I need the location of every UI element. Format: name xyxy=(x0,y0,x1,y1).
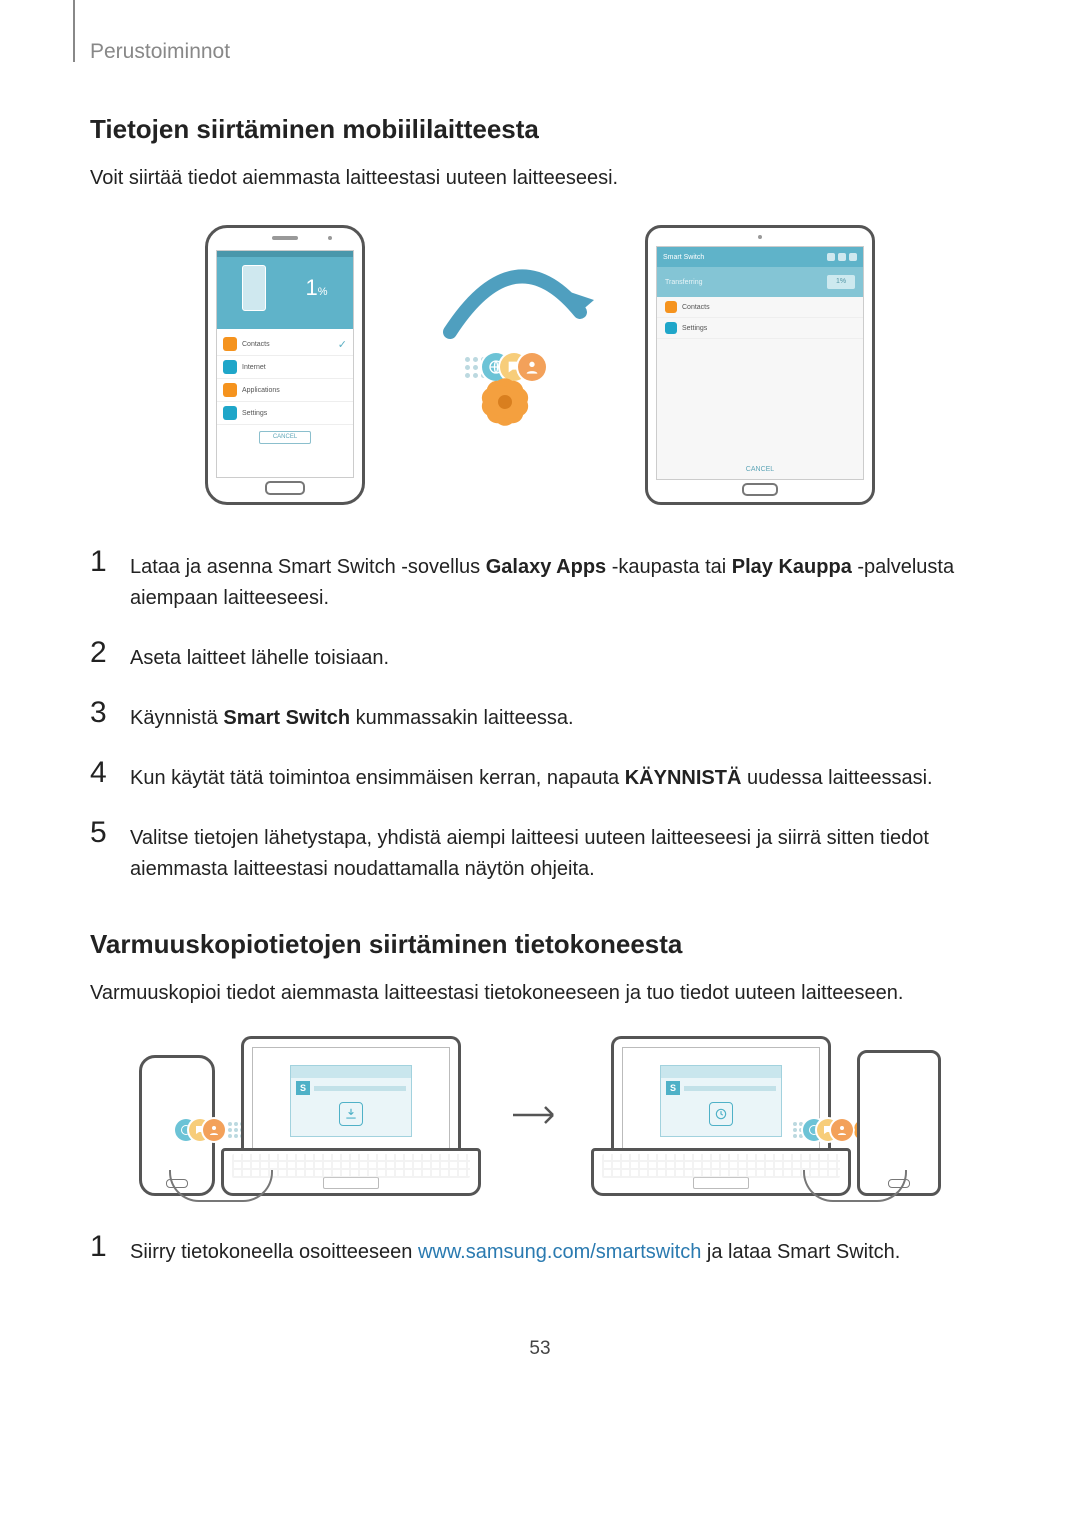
step-3: 3 Käynnistä Smart Switch kummassakin lai… xyxy=(90,698,990,734)
tablet-cancel-button: CANCEL xyxy=(746,466,774,473)
step-5: 5 Valitse tietojen lähetystapa, yhdistä … xyxy=(90,818,990,885)
phone-row-apps: Applications xyxy=(242,387,280,394)
step3-bold: Smart Switch xyxy=(223,707,350,729)
steps-list-1: 1 Lataa ja asenna Smart Switch -sovellus… xyxy=(90,547,990,885)
breadcrumb: Perustoiminnot xyxy=(90,40,990,64)
smartswitch-link[interactable]: www.samsung.com/smartswitch xyxy=(418,1241,701,1263)
phone-row-settings: Settings xyxy=(242,410,267,417)
phone-progress-suffix: % xyxy=(318,286,328,298)
step-4: 4 Kun käytät tätä toimintoa ensimmäisen … xyxy=(90,758,990,794)
step2-1: 1 Siirry tietokoneella osoitteeseen www.… xyxy=(90,1232,990,1268)
phone-progress-number: 1 xyxy=(305,275,317,300)
step4-text-a: Kun käytät tätä toimintoa ensimmäisen ke… xyxy=(130,767,625,789)
section1-title: Tietojen siirtäminen mobiililaitteesta xyxy=(90,114,990,145)
step1-text-c: -kaupasta tai xyxy=(606,556,732,578)
section2-title: Varmuuskopiotietojen siirtäminen tietoko… xyxy=(90,929,990,960)
cable-icon xyxy=(803,1170,907,1202)
step1-bold-2: Play Kauppa xyxy=(732,556,852,578)
step2-1-text-a: Siirry tietokoneella osoitteeseen xyxy=(130,1241,418,1263)
phone-row-contacts: Contacts xyxy=(242,341,270,348)
step3-text-a: Käynnistä xyxy=(130,707,223,729)
step1-bold-1: Galaxy Apps xyxy=(486,556,606,578)
transfer-icons xyxy=(435,245,575,485)
tablet-subtitle: Transferring xyxy=(665,279,702,286)
step2-1-text-b: ja lataa Smart Switch. xyxy=(701,1241,900,1263)
arrow-right-icon xyxy=(511,1097,561,1136)
step-1: 1 Lataa ja asenna Smart Switch -sovellus… xyxy=(90,547,990,614)
phone-cancel-button: CANCEL xyxy=(259,431,311,444)
step1-text-a: Lataa ja asenna Smart Switch -sovellus xyxy=(130,556,486,578)
steps-list-2: 1 Siirry tietokoneella osoitteeseen www.… xyxy=(90,1232,990,1268)
step4-bold: KÄYNNISTÄ xyxy=(625,767,742,789)
step3-text-c: kummassakin laitteessa. xyxy=(350,707,573,729)
tablet-title: Smart Switch xyxy=(663,254,704,261)
laptop-app-badge: S xyxy=(296,1081,310,1095)
tablet-row-contacts: Contacts xyxy=(682,304,710,311)
step2-text: Aseta laitteet lähelle toisiaan. xyxy=(130,638,389,674)
download-icon xyxy=(339,1102,363,1126)
cable-icon xyxy=(169,1170,273,1202)
tablet-mockup: Smart Switch Transferring 1% Contacts Set… xyxy=(645,225,875,505)
arc-arrow-icon xyxy=(425,257,605,347)
figure-pc-transfer: S S xyxy=(90,1036,990,1196)
step5-text: Valitse tietojen lähetystapa, yhdistä ai… xyxy=(130,818,990,885)
laptop-app-badge: S xyxy=(666,1081,680,1095)
header-rule xyxy=(73,0,75,62)
page-number: 53 xyxy=(90,1338,990,1360)
figure-mobile-transfer: 1% Contacts✓ Internet Applications Setti… xyxy=(90,225,990,505)
phone-row-internet: Internet xyxy=(242,364,266,371)
flower-icon xyxy=(470,367,540,437)
step-2: 2 Aseta laitteet lähelle toisiaan. xyxy=(90,638,990,674)
tablet-progress-chip: 1% xyxy=(827,275,855,289)
section2-intro: Varmuuskopioi tiedot aiemmasta laitteest… xyxy=(90,978,990,1008)
phone-mockup: 1% Contacts✓ Internet Applications Setti… xyxy=(205,225,365,505)
restore-icon xyxy=(709,1102,733,1126)
step4-text-c: uudessa laitteessasi. xyxy=(741,767,932,789)
section1-intro: Voit siirtää tiedot aiemmasta laitteesta… xyxy=(90,163,990,193)
tablet-row-settings: Settings xyxy=(682,325,707,332)
